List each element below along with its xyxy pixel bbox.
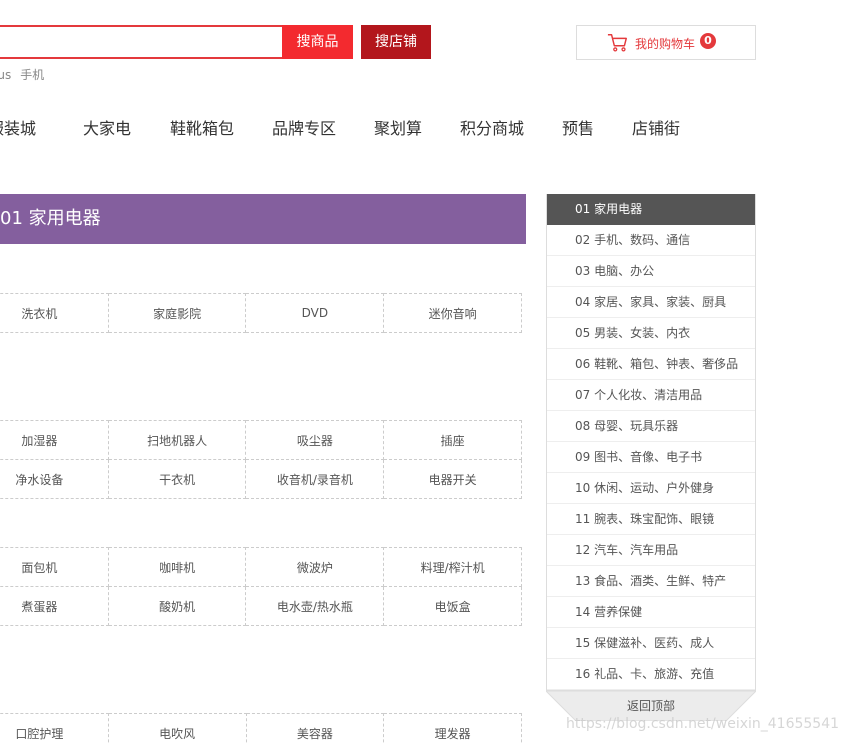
side-nav-item[interactable]: 02 手机、数码、通信 (547, 225, 755, 256)
floor-title: 01 家用电器 (0, 194, 526, 244)
grid-row: 洗衣机 家庭影院 DVD 迷你音响 (0, 293, 522, 333)
category-link[interactable]: 净水设备 (0, 459, 109, 499)
floor-side-nav: 01 家用电器 02 手机、数码、通信 03 电脑、办公 04 家居、家具、家装… (546, 194, 756, 691)
hotword-link[interactable]: 手机 (20, 68, 44, 82)
side-nav-item-active[interactable]: 01 家用电器 (547, 194, 755, 225)
grid-row: 口腔护理 电吹风 美容器 理发器 (0, 713, 522, 744)
category-link[interactable]: 电水壶/热水瓶 (245, 586, 385, 626)
grid-row: 净水设备 干衣机 收音机/录音机 电器开关 (0, 459, 522, 499)
back-to-top-label: 返回顶部 (626, 699, 675, 713)
category-link[interactable]: 收音机/录音机 (245, 459, 385, 499)
category-link[interactable]: 理发器 (383, 713, 522, 744)
side-nav-item[interactable]: 07 个人化妆、清洁用品 (547, 380, 755, 411)
category-link[interactable]: 微波炉 (245, 547, 385, 587)
side-nav-item[interactable]: 15 保健滋补、医药、成人 (547, 628, 755, 659)
nav-item[interactable]: 鞋靴箱包 (170, 115, 234, 139)
category-link[interactable]: 料理/榨汁机 (383, 547, 522, 587)
category-link[interactable]: 吸尘器 (245, 420, 385, 460)
side-nav-item[interactable]: 14 营养保健 (547, 597, 755, 628)
hotword-link[interactable]: lus (0, 68, 11, 82)
category-link[interactable]: 面包机 (0, 547, 109, 587)
nav-item[interactable]: 服装城 (0, 115, 36, 139)
category-link[interactable]: 电吹风 (107, 713, 247, 744)
category-link[interactable]: 咖啡机 (107, 547, 247, 587)
grid-row: 煮蛋器 酸奶机 电水壶/热水瓶 电饭盒 (0, 586, 522, 626)
category-link[interactable]: 美容器 (245, 713, 385, 744)
shopping-cart-button[interactable]: 我的购物车 0 (576, 25, 756, 60)
nav-item[interactable]: 预售 (562, 115, 594, 139)
nav-item[interactable]: 品牌专区 (272, 115, 336, 139)
side-nav-item[interactable]: 04 家居、家具、家装、厨具 (547, 287, 755, 318)
grid-row: 加湿器 扫地机器人 吸尘器 插座 (0, 420, 522, 460)
search-input[interactable] (0, 25, 282, 59)
category-link[interactable]: 酸奶机 (107, 586, 247, 626)
side-nav-item[interactable]: 08 母婴、玩具乐器 (547, 411, 755, 442)
category-link[interactable]: 电饭盒 (383, 586, 522, 626)
category-link[interactable]: 迷你音响 (383, 293, 522, 333)
side-nav-item[interactable]: 12 汽车、汽车用品 (547, 535, 755, 566)
category-link[interactable]: 扫地机器人 (107, 420, 247, 460)
grid-row: 面包机 咖啡机 微波炉 料理/榨汁机 (0, 547, 522, 587)
nav-item[interactable]: 大家电 (83, 115, 131, 139)
category-link[interactable]: 干衣机 (107, 459, 247, 499)
category-grid: 加湿器 扫地机器人 吸尘器 插座 净水设备 干衣机 收音机/录音机 电器开关 (0, 420, 522, 499)
search-goods-button[interactable]: 搜商品 (282, 25, 353, 59)
category-grid: 口腔护理 电吹风 美容器 理发器 (0, 713, 522, 744)
nav-item[interactable]: 积分商城 (460, 115, 524, 139)
category-link[interactable]: 家庭影院 (107, 293, 247, 333)
category-link[interactable]: 煮蛋器 (0, 586, 109, 626)
category-link[interactable]: 加湿器 (0, 420, 109, 460)
cart-count-badge: 0 (700, 33, 716, 49)
side-nav-item[interactable]: 13 食品、酒类、生鲜、特产 (547, 566, 755, 597)
watermark: https://blog.csdn.net/weixin_41655541 (566, 716, 840, 732)
nav-item[interactable]: 聚划算 (374, 115, 422, 139)
side-nav-item[interactable]: 11 腕表、珠宝配饰、眼镜 (547, 504, 755, 535)
category-link[interactable]: 口腔护理 (0, 713, 109, 744)
side-nav-item[interactable]: 09 图书、音像、电子书 (547, 442, 755, 473)
category-link[interactable]: 插座 (383, 420, 522, 460)
search-shop-button[interactable]: 搜店铺 (361, 25, 431, 59)
category-link[interactable]: 电器开关 (383, 459, 522, 499)
side-nav-item[interactable]: 10 休闲、运动、户外健身 (547, 473, 755, 504)
category-grid: 面包机 咖啡机 微波炉 料理/榨汁机 煮蛋器 酸奶机 电水壶/热水瓶 电饭盒 (0, 547, 522, 626)
hot-search-words: lus 手机 (0, 66, 53, 83)
cart-icon (607, 34, 627, 52)
side-nav-item[interactable]: 06 鞋靴、箱包、钟表、奢侈品 (547, 349, 755, 380)
category-link[interactable]: DVD (245, 293, 385, 333)
side-nav-item[interactable]: 03 电脑、办公 (547, 256, 755, 287)
nav-item[interactable]: 店铺街 (632, 115, 680, 139)
cart-label: 我的购物车 (635, 37, 696, 51)
side-nav-item[interactable]: 05 男装、女装、内衣 (547, 318, 755, 349)
category-grid: 洗衣机 家庭影院 DVD 迷你音响 (0, 293, 522, 333)
category-link[interactable]: 洗衣机 (0, 293, 109, 333)
side-nav-item[interactable]: 16 礼品、卡、旅游、充值 (547, 659, 755, 690)
